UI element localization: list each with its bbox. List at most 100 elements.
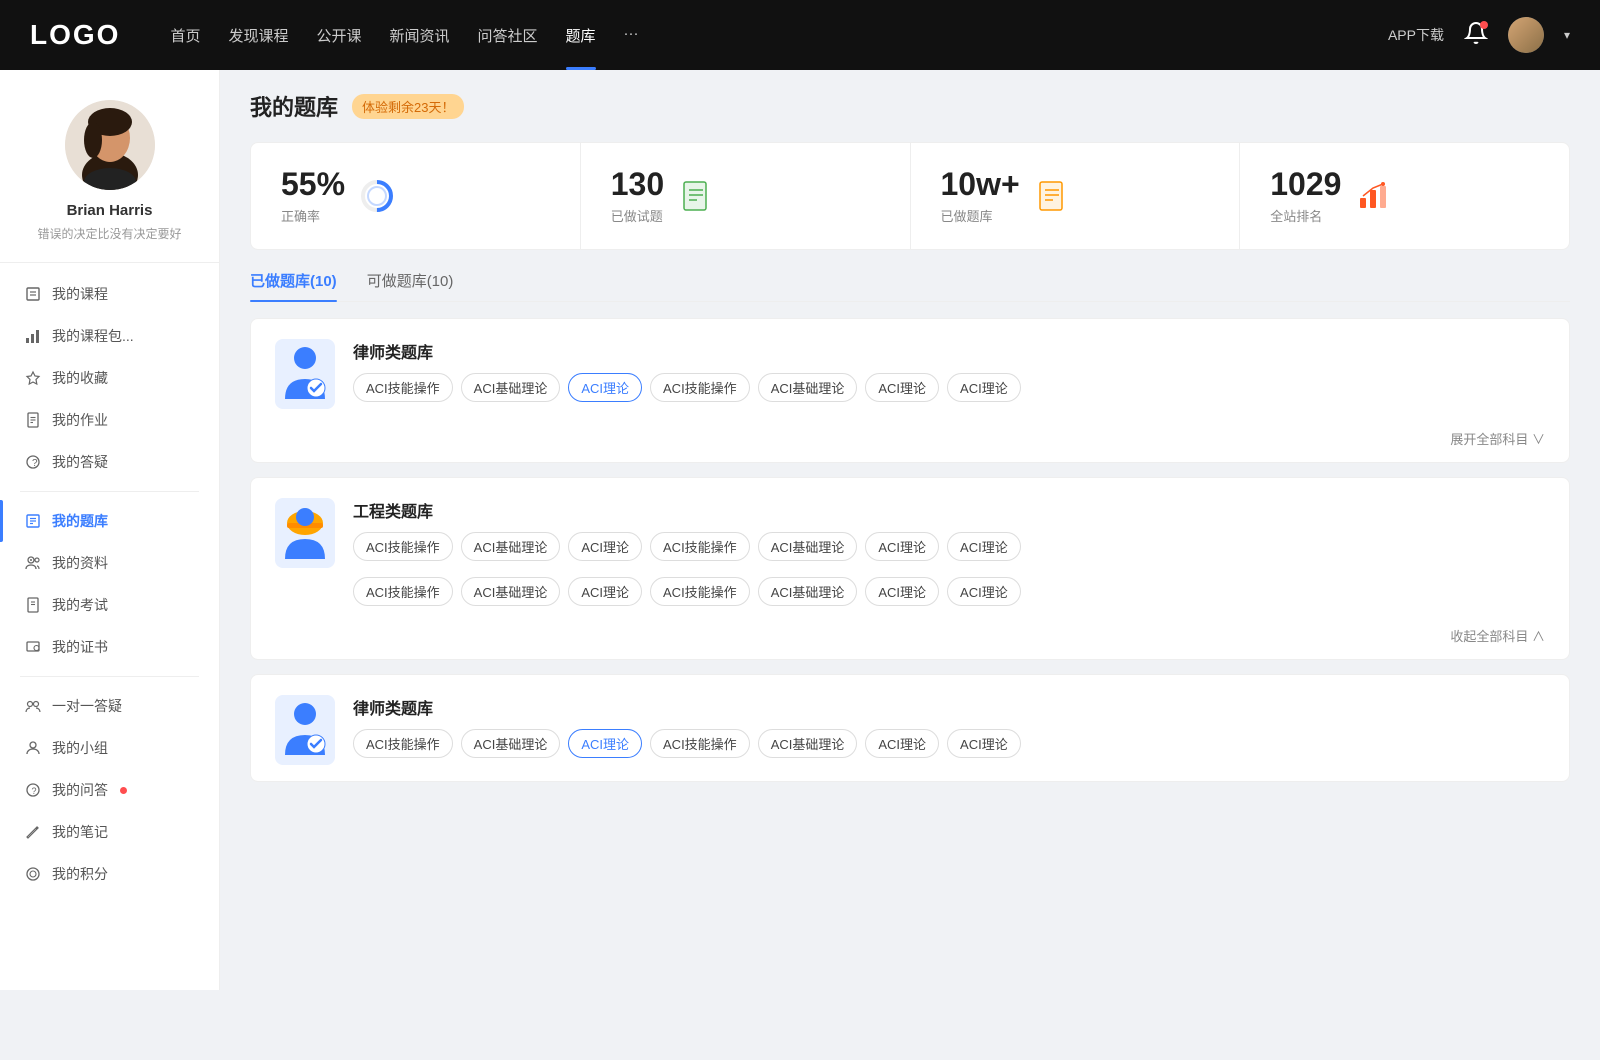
bank-tag[interactable]: ACI理论 (947, 577, 1021, 606)
stat-ranking-value: 1029 (1270, 167, 1341, 202)
stat-accuracy-label: 正确率 (281, 206, 345, 225)
tab-done-banks[interactable]: 已做题库(10) (250, 270, 337, 301)
notification-bell[interactable] (1464, 21, 1488, 50)
materials-icon (24, 554, 42, 572)
sidebar-label-one-on-one: 一对一答疑 (52, 696, 122, 716)
sidebar-item-favorites[interactable]: 我的收藏 (0, 357, 219, 399)
bank-tag[interactable]: ACI基础理论 (461, 729, 561, 758)
profile-avatar[interactable] (65, 100, 155, 190)
profile-motto: 错误的决定比没有决定要好 (37, 225, 181, 242)
sidebar-label-my-qa: 我的问答 (52, 780, 108, 800)
bank-tag[interactable]: ACI基础理论 (461, 532, 561, 561)
bank-tag[interactable]: ACI理论 (865, 373, 939, 402)
sidebar-item-course-pack[interactable]: 我的课程包... (0, 315, 219, 357)
favorites-icon (24, 369, 42, 387)
sidebar-divider-2 (20, 676, 199, 677)
done-banks-icon (1034, 178, 1070, 214)
bank-tag[interactable]: ACI理论 (947, 373, 1021, 402)
bank-tags-engineer: ACI技能操作 ACI基础理论 ACI理论 ACI技能操作 ACI基础理论 AC… (353, 532, 1545, 606)
sidebar-item-question-bank[interactable]: 我的题库 (0, 500, 219, 542)
tab-available-banks[interactable]: 可做题库(10) (367, 270, 454, 301)
bank-tag[interactable]: ACI基础理论 (758, 373, 858, 402)
my-qa-badge (120, 787, 127, 794)
bank-tag[interactable]: ACI技能操作 (353, 532, 453, 561)
bank-tag[interactable]: ACI技能操作 (353, 373, 453, 402)
sidebar-item-certificates[interactable]: 我的证书 (0, 626, 219, 668)
bank-tag[interactable]: ACI理论 (568, 577, 642, 606)
ranking-chart-icon (1355, 178, 1391, 214)
sidebar-label-homework: 我的作业 (52, 410, 108, 430)
certificates-icon (24, 638, 42, 656)
bank-tag[interactable]: ACI基础理论 (758, 532, 858, 561)
sidebar-item-courses[interactable]: 我的课程 (0, 273, 219, 315)
sidebar-item-my-qa[interactable]: ? 我的问答 (0, 769, 219, 811)
sidebar: Brian Harris 错误的决定比没有决定要好 我的课程 我的课程包... (0, 70, 220, 990)
bank-expand-lawyer-1[interactable]: 展开全部科目 ∨ (251, 425, 1569, 462)
navbar-right: APP下载 ▾ (1388, 17, 1570, 53)
bank-tag[interactable]: ACI基础理论 (461, 577, 561, 606)
bank-tag[interactable]: ACI技能操作 (650, 373, 750, 402)
bank-tag[interactable]: ACI技能操作 (353, 577, 453, 606)
sidebar-item-homework[interactable]: 我的作业 (0, 399, 219, 441)
bank-tag[interactable]: ACI基础理论 (758, 577, 858, 606)
exams-icon (24, 596, 42, 614)
bank-expand-engineer[interactable]: 收起全部科目 ∧ (251, 622, 1569, 659)
bank-tag[interactable]: ACI理论 (865, 532, 939, 561)
stat-ranking-label: 全站排名 (1270, 206, 1341, 225)
user-menu-chevron[interactable]: ▾ (1564, 28, 1570, 42)
bank-tag-selected[interactable]: ACI理论 (568, 373, 642, 402)
app-download-button[interactable]: APP下载 (1388, 25, 1444, 45)
nav-questions[interactable]: 题库 (566, 25, 596, 46)
nav-qa[interactable]: 问答社区 (478, 25, 538, 46)
bank-tag-selected[interactable]: ACI理论 (568, 729, 642, 758)
user-avatar[interactable] (1508, 17, 1544, 53)
bank-tag[interactable]: ACI技能操作 (650, 729, 750, 758)
nav-more[interactable]: ··· (624, 25, 639, 46)
nav-discover[interactable]: 发现课程 (228, 25, 288, 46)
one-on-one-icon (24, 697, 42, 715)
nav-home[interactable]: 首页 (170, 25, 200, 46)
bank-tag[interactable]: ACI基础理论 (461, 373, 561, 402)
bank-tag[interactable]: ACI理论 (568, 532, 642, 561)
bank-tag[interactable]: ACI技能操作 (353, 729, 453, 758)
stat-done-questions-label: 已做试题 (611, 206, 664, 225)
question-bank-icon (24, 512, 42, 530)
bank-tag[interactable]: ACI理论 (947, 532, 1021, 561)
sidebar-item-one-on-one[interactable]: 一对一答疑 (0, 685, 219, 727)
nav-links: 首页 发现课程 公开课 新闻资讯 问答社区 题库 ··· (170, 25, 1358, 46)
courses-icon (24, 285, 42, 303)
sidebar-item-materials[interactable]: 我的资料 (0, 542, 219, 584)
bank-tag[interactable]: ACI技能操作 (650, 577, 750, 606)
sidebar-item-groups[interactable]: 我的小组 (0, 727, 219, 769)
course-pack-icon (24, 327, 42, 345)
nav-opencourse[interactable]: 公开课 (316, 25, 361, 46)
nav-news[interactable]: 新闻资讯 (390, 25, 450, 46)
stat-accuracy: 55% 正确率 (251, 143, 581, 249)
bank-icon-engineer (275, 498, 335, 568)
stat-accuracy-value: 55% (281, 167, 345, 202)
sidebar-item-exams[interactable]: 我的考试 (0, 584, 219, 626)
bank-tags-lawyer-2: ACI技能操作 ACI基础理论 ACI理论 ACI技能操作 ACI基础理论 AC… (353, 729, 1545, 758)
bank-tags-lawyer-1: ACI技能操作 ACI基础理论 ACI理论 ACI技能操作 ACI基础理论 AC… (353, 373, 1545, 402)
stat-done-questions: 130 已做试题 (581, 143, 911, 249)
points-icon (24, 865, 42, 883)
bank-name-lawyer-2: 律师类题库 (353, 695, 1545, 719)
bank-tag[interactable]: ACI基础理论 (758, 729, 858, 758)
sidebar-label-points: 我的积分 (52, 864, 108, 884)
page-title: 我的题库 (250, 90, 338, 122)
my-qa-icon: ? (24, 781, 42, 799)
bank-name-lawyer-1: 律师类题库 (353, 339, 1545, 363)
accuracy-pie-icon (359, 178, 395, 214)
sidebar-item-qa-answers[interactable]: ? 我的答疑 (0, 441, 219, 483)
trial-badge: 体验剩余23天！ (352, 94, 464, 119)
stat-done-questions-value: 130 (611, 167, 664, 202)
bank-tag[interactable]: ACI理论 (947, 729, 1021, 758)
bank-tag[interactable]: ACI理论 (865, 577, 939, 606)
bank-tag[interactable]: ACI理论 (865, 729, 939, 758)
sidebar-item-notes[interactable]: 我的笔记 (0, 811, 219, 853)
notification-dot (1480, 21, 1488, 29)
sidebar-label-exams: 我的考试 (52, 595, 108, 615)
bank-tag[interactable]: ACI技能操作 (650, 532, 750, 561)
sidebar-item-points[interactable]: 我的积分 (0, 853, 219, 895)
svg-text:?: ? (32, 458, 38, 469)
